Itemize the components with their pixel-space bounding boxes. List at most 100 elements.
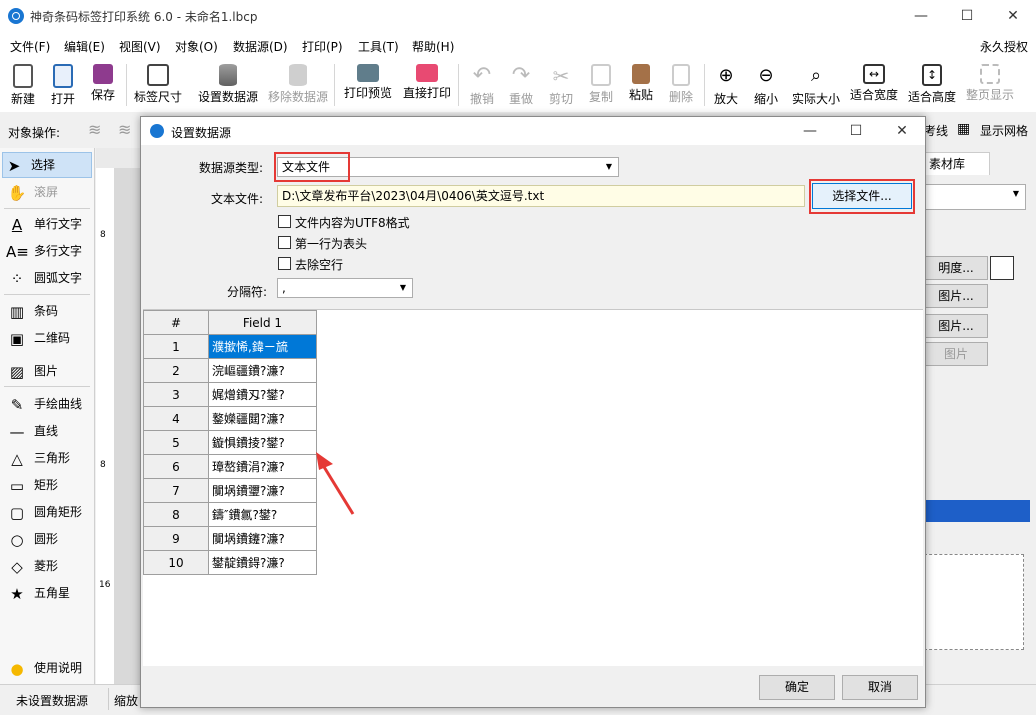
dialog-maximize-button[interactable]: ☐: [833, 117, 879, 145]
ruler-mark: 8: [100, 230, 106, 240]
direct-print-button[interactable]: 直接打印: [400, 58, 454, 112]
help-link[interactable]: ● 使用说明: [6, 656, 82, 680]
select-tool[interactable]: ➤ 选择: [2, 152, 92, 178]
close-button[interactable]: ✕: [990, 0, 1036, 32]
checkbox-box: [278, 236, 291, 249]
minimize-button[interactable]: —: [898, 0, 944, 32]
dialog-minimize-button[interactable]: —: [787, 117, 833, 145]
design-canvas[interactable]: [114, 168, 142, 684]
magnifier-icon: ⌕: [810, 65, 822, 86]
menu-help[interactable]: 帮助(H): [412, 38, 454, 55]
new-button[interactable]: 新建: [4, 58, 42, 112]
diamond-tool[interactable]: ◇ 菱形: [6, 554, 58, 578]
table-row[interactable]: 2 浣嶇疆鐨?濂?: [143, 358, 317, 383]
first-row-header-checkbox[interactable]: 第一行为表头: [278, 236, 367, 252]
arc-text-tool[interactable]: ⁘ 圆弧文字: [6, 266, 82, 290]
menu-print[interactable]: 打印(P): [302, 38, 343, 55]
table-row[interactable]: 3 娓熷鐨刄?鐢?: [143, 382, 317, 407]
scroll-tool[interactable]: ✋ 滚屏: [6, 180, 58, 204]
cut-button[interactable]: ✂ 剪切: [543, 58, 579, 112]
barcode-tool[interactable]: ▥ 条码: [6, 299, 58, 323]
image-tool[interactable]: ▨ 图片: [6, 359, 58, 383]
actual-size-button[interactable]: ⌕ 实际大小: [788, 58, 844, 112]
print-preview-button[interactable]: 打印预览: [340, 58, 396, 112]
zoom-in-button[interactable]: ⊕ 放大: [708, 58, 744, 112]
delete-button[interactable]: 删除: [663, 58, 699, 112]
star-tool[interactable]: ★ 五角星: [6, 581, 70, 605]
cancel-button[interactable]: 取消: [842, 675, 918, 700]
utf8-checkbox[interactable]: 文件内容为UTF8格式: [278, 215, 410, 231]
table-row[interactable]: 8 鑄″鐨氱?鐢?: [143, 502, 317, 527]
menu-edit[interactable]: 编辑(E): [64, 38, 105, 55]
rectangle-tool[interactable]: ▭ 矩形: [6, 473, 58, 497]
triangle-icon: △: [11, 449, 23, 468]
cell-value[interactable]: 鑄″鐨氱?鐢?: [208, 502, 317, 527]
menu-file[interactable]: 文件(F): [10, 38, 50, 55]
fit-width-button[interactable]: ↔ 适合宽度: [848, 58, 900, 112]
material-library-tab[interactable]: 素材库: [924, 152, 990, 175]
menu-tools[interactable]: 工具(T): [358, 38, 399, 55]
redo-button[interactable]: ↷ 重做: [503, 58, 539, 112]
zoom-out-button[interactable]: ⊖ 缩小: [748, 58, 784, 112]
image-button-1[interactable]: 图片...: [924, 284, 988, 308]
set-datasource-button[interactable]: 设置数据源: [194, 58, 262, 112]
paste-button[interactable]: 粘贴: [623, 58, 659, 112]
table-row[interactable]: 1 濮撳悕,鍏ㄧ旈: [143, 334, 317, 359]
ok-button[interactable]: 确定: [759, 675, 835, 700]
line-tool[interactable]: — 直线: [6, 419, 59, 443]
table-row[interactable]: 9 闃埚鐨鑳?濂?: [143, 526, 317, 551]
full-page-button[interactable]: 整页显示: [964, 58, 1016, 112]
menu-datasource[interactable]: 数据源(D): [233, 38, 288, 55]
maximize-button[interactable]: ☐: [944, 0, 990, 32]
open-button[interactable]: 打开: [44, 58, 82, 112]
table-row[interactable]: 5 鏇惧鐨掕?鐢?: [143, 430, 317, 455]
cell-value[interactable]: 濮撳悕,鍏ㄧ旈: [208, 334, 317, 359]
remove-datasource-button[interactable]: 移除数据源: [266, 58, 330, 112]
cell-value[interactable]: 闃埚鐨鑳?濂?: [208, 526, 317, 551]
freehand-tool[interactable]: ✎ 手绘曲线: [6, 392, 82, 416]
dialog-close-button[interactable]: ✕: [879, 117, 925, 145]
circle-tool[interactable]: ○ 圆形: [6, 527, 58, 551]
cell-value[interactable]: 鐜嬫疆閮?濂?: [208, 406, 317, 431]
separator-select[interactable]: , ▼: [277, 278, 413, 298]
copy-button[interactable]: 复制: [583, 58, 619, 112]
menu-view[interactable]: 视图(V): [119, 38, 161, 55]
table-row[interactable]: 4 鐜嬫疆閮?濂?: [143, 406, 317, 431]
property-dropdown[interactable]: ▼: [924, 184, 1026, 210]
row-number: 10: [143, 550, 209, 575]
table-row[interactable]: 7 闃埚鐨瓕?濂?: [143, 478, 317, 503]
file-path-field[interactable]: D:\文章发布平台\2023\04月\0406\英文逗号.txt: [277, 185, 805, 207]
copy-icon: [591, 64, 611, 86]
undo-button[interactable]: ↶ 撤销: [464, 58, 500, 112]
image-button-2[interactable]: 图片...: [924, 314, 988, 338]
multi-text-tool[interactable]: A≡ 多行文字: [6, 239, 82, 263]
show-grid-toggle[interactable]: 显示网格: [980, 122, 1028, 139]
qrcode-tool[interactable]: ▣ 二维码: [6, 326, 70, 350]
full-page-icon: [980, 64, 1000, 84]
fit-height-button[interactable]: ↕ 适合高度: [906, 58, 958, 112]
column-header-index[interactable]: #: [143, 310, 209, 335]
cell-value[interactable]: 浣嶇疆鐨?濂?: [208, 358, 317, 383]
selection-bar: [924, 500, 1030, 522]
image-button-3[interactable]: 图片: [924, 342, 988, 366]
diamond-icon: ◇: [11, 557, 23, 576]
cell-value[interactable]: 鏇惧鐨掕?鐢?: [208, 430, 317, 455]
app-icon: [150, 124, 164, 138]
cell-value[interactable]: 娓熷鐨刄?鐢?: [208, 382, 317, 407]
remove-empty-lines-checkbox[interactable]: 去除空行: [278, 257, 343, 273]
color-swatch[interactable]: [990, 256, 1014, 280]
transparency-button[interactable]: 明度...: [924, 256, 988, 280]
cell-value[interactable]: 璋嶅鐨涓?濂?: [208, 454, 317, 479]
menu-object[interactable]: 对象(O): [175, 38, 218, 55]
table-row[interactable]: 10 鐢靛鐨鍀?濂?: [143, 550, 317, 575]
guide-line-toggle[interactable]: 考线: [924, 122, 948, 139]
column-header-field1[interactable]: Field 1: [208, 310, 317, 335]
triangle-tool[interactable]: △ 三角形: [6, 446, 70, 470]
cell-value[interactable]: 闃埚鐨瓕?濂?: [208, 478, 317, 503]
label-size-button[interactable]: 标签尺寸: [130, 58, 186, 112]
save-button[interactable]: 保存: [84, 58, 122, 112]
table-row[interactable]: 6 璋嶅鐨涓?濂?: [143, 454, 317, 479]
cell-value[interactable]: 鐢靛鐨鍀?濂?: [208, 550, 317, 575]
single-text-tool[interactable]: A 单行文字: [6, 212, 82, 236]
rounded-rect-tool[interactable]: ▢ 圆角矩形: [6, 500, 82, 524]
